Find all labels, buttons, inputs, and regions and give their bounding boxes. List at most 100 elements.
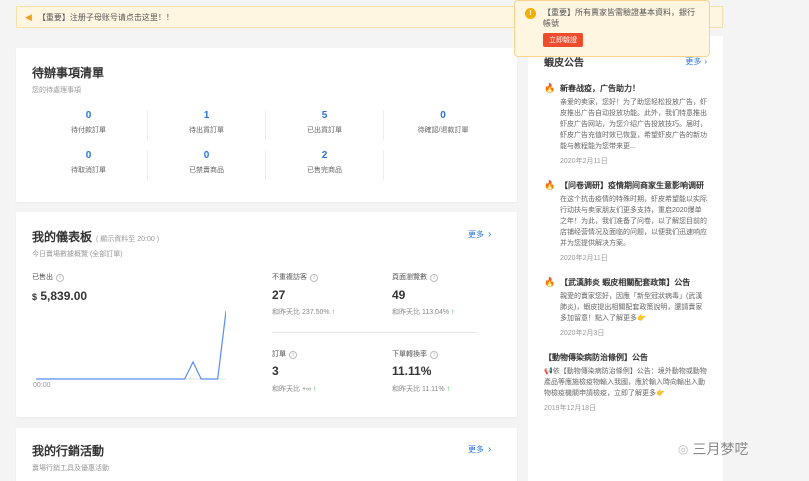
todo-subtitle: 您的待處理事項 [32,87,81,94]
marketing-card: 我的行銷活動 賣場行銷工具及優惠活動 更多 › [16,428,517,481]
visitors-compare-wrap: 和昨天比 237.50% ↑ [272,307,335,317]
announcement-date: 2020年2月11日 [560,255,608,262]
todo-item-cancel[interactable]: 0 待取消訂單 [30,150,148,180]
notice-banner-text[interactable]: 【重要】注册子母账号请点击这里！！ [38,12,174,23]
todo-label: 已禁賣商品 [189,167,224,174]
todo-item-sold-out[interactable]: 2 已售完商品 [266,150,384,180]
fire-icon: 🔥 [544,277,556,287]
todo-item-return-refund[interactable]: 0 待確認/退款訂單 [384,110,502,140]
pageviews-label: 頁面瀏覽數 [392,274,427,281]
info-icon[interactable]: i [56,274,64,282]
todo-item-to-ship[interactable]: 1 待出貨訂單 [148,110,266,140]
orders-compare: 和昨天比 +∞ [272,386,312,393]
todo-label: 已售完商品 [307,167,342,174]
sales-series-line [36,310,226,380]
sales-label-wrap: 已售出 i [32,272,64,282]
todo-label: 待付款訂單 [71,127,106,134]
pageviews-label-wrap: 頁面瀏覽數 i [392,272,438,282]
todo-title: 待辦事項清單 [32,66,105,80]
announcement-item[interactable]: 🔥 新春战疫，广告助力！ 亲爱的卖家，您好！为了助您轻松投放广告，虾皮推出广告自… [544,83,707,166]
todo-item-shipped[interactable]: 5 已出貨訂單 [266,110,384,140]
dashboard-more-link[interactable]: 更多 › [468,229,491,240]
orders-label-wrap: 訂單 i [272,349,297,359]
more-label: 更多 [685,57,702,66]
todo-label: 待出貨訂單 [189,127,224,134]
pageviews-value: 49 [392,288,406,302]
announcement-date: 2019年12月18日 [544,405,597,412]
todo-count: 0 [85,150,92,161]
info-icon[interactable]: i [430,351,438,359]
info-icon[interactable]: i [430,274,438,282]
info-icon[interactable]: i [310,274,318,282]
todo-count: 0 [85,110,92,121]
announcement-item[interactable]: 【動物傳染病防治條例】公告 📢依【動物傳染病防治條例】公告：境外動物或動物產品等… [544,352,707,413]
marketing-more-link[interactable]: 更多 › [468,444,491,455]
todo-item-banned[interactable]: 0 已禁賣商品 [148,150,266,180]
arrow-up-icon: ↑ [446,386,451,393]
announcement-title[interactable]: 【武漢肺炎 蝦皮相關配套政策】公告 [560,277,707,289]
fire-icon: 🔥 [544,180,556,190]
pageviews-compare: 和昨天比 113.04% [392,309,450,316]
announcements-more-link[interactable]: 更多 › [685,56,707,67]
todo-item-unpaid[interactable]: 0 待付款訂單 [30,110,148,140]
announcement-item[interactable]: 🔥 【问卷调研】疫情期间商家生意影响调研 在这个抗击疫情的特殊时期，虾皮希望能以… [544,180,707,263]
dashboard-title: 我的儀表板 [32,230,93,244]
verification-popup: ! 【重要】所有賣家皆需驗證基本資料，銀行帳號 立即驗證 [514,0,710,57]
pageviews-compare-wrap: 和昨天比 113.04% ↑ [392,307,455,317]
arrow-up-icon: ↑ [313,386,317,393]
verify-now-button[interactable]: 立即驗證 [543,33,583,47]
watermark-text: 三月梦呓 [692,441,749,457]
more-label: 更多 [468,445,484,454]
conversion-compare: 和昨天比 11.11% [392,386,445,393]
todo-label: 已出貨訂單 [307,127,342,134]
chevron-right-icon: › [488,229,492,240]
announcement-body: 在这个抗击疫情的特殊时期，虾皮希望能以实际行动扶与卖家朋友们更多支持，重启202… [560,196,707,247]
announcement-date: 2020年2月11日 [560,158,608,165]
todo-count: 0 [203,150,210,161]
todo-count: 5 [321,110,328,121]
orders-label: 訂單 [272,351,286,358]
visitors-compare: 和昨天比 237.50% [272,309,330,316]
dashboard-title-note: ( 顯示資料至 20:00 ) [96,236,160,243]
announcement-title[interactable]: 新春战疫，广告助力！ [560,83,707,95]
marketing-subtitle: 賣場行銷工具及優惠活動 [32,465,109,472]
chart-x-label: 00:00 [33,382,51,389]
sales-value-wrap: $ 5,839.00 [32,289,87,303]
conversion-compare-wrap: 和昨天比 11.11% ↑ [392,384,450,394]
announcement-title[interactable]: 【動物傳染病防治條例】公告 [544,352,707,364]
wechat-icon: ◎ [678,442,689,456]
orders-value: 3 [272,364,279,378]
announcement-body: 亲爱的卖家，您好！为了助您轻松投放广告，虾皮推出广告自动投放功能。此外，我们特意… [560,99,707,150]
announcement-title[interactable]: 【问卷调研】疫情期间商家生意影响调研 [560,180,707,192]
todo-count: 1 [203,110,210,121]
sales-chart [36,310,226,380]
conversion-label: 下單轉換率 [392,351,427,358]
visitors-label: 不重複訪客 [272,274,307,281]
arrow-up-icon: ↑ [331,309,336,316]
todo-label: 待確認/退款訂單 [417,127,469,134]
arrow-up-icon: ↑ [451,309,455,316]
info-icon[interactable]: i [289,351,297,359]
visitors-label-wrap: 不重複訪客 i [272,272,318,282]
conversion-value: 11.11% [392,364,432,378]
megaphone-icon: ◀ [25,11,32,22]
announcement-date: 2020年2月3日 [560,330,605,337]
announcement-body: 📢依【動物傳染病防治條例】公告：境外動物或動物產品等應施檢疫物輸入我國，應於輸入… [544,368,707,397]
announcement-item[interactable]: 🔥 【武漢肺炎 蝦皮相關配套政策】公告 親愛的賣家您好，因應「新型冠狀病毒」(武… [544,277,707,338]
todo-label: 待取消訂單 [71,167,106,174]
visitors-value: 27 [272,288,286,302]
todo-count: 2 [321,150,328,161]
warning-icon: ! [525,8,536,19]
dashboard-card: 我的儀表板 ( 顯示資料至 20:00 ) 今日賣場數據概覽 (全部訂單) 更多… [16,212,517,417]
dashboard-subtitle: 今日賣場數據概覽 (全部訂單) [32,251,123,258]
more-label: 更多 [468,230,484,239]
conversion-label-wrap: 下單轉換率 i [392,349,438,359]
marketing-title: 我的行銷活動 [32,444,105,458]
sales-label: 已售出 [32,274,53,281]
chevron-right-icon: › [488,444,492,455]
metrics-divider [272,332,477,333]
todo-count: 0 [440,110,446,121]
sales-value: 5,839.00 [40,289,88,303]
announcements-panel: 蝦皮公告 更多 › 🔥 新春战疫，广告助力！ 亲爱的卖家，您好！为了助您轻松投放广… [528,36,723,481]
fire-icon: 🔥 [544,83,556,93]
